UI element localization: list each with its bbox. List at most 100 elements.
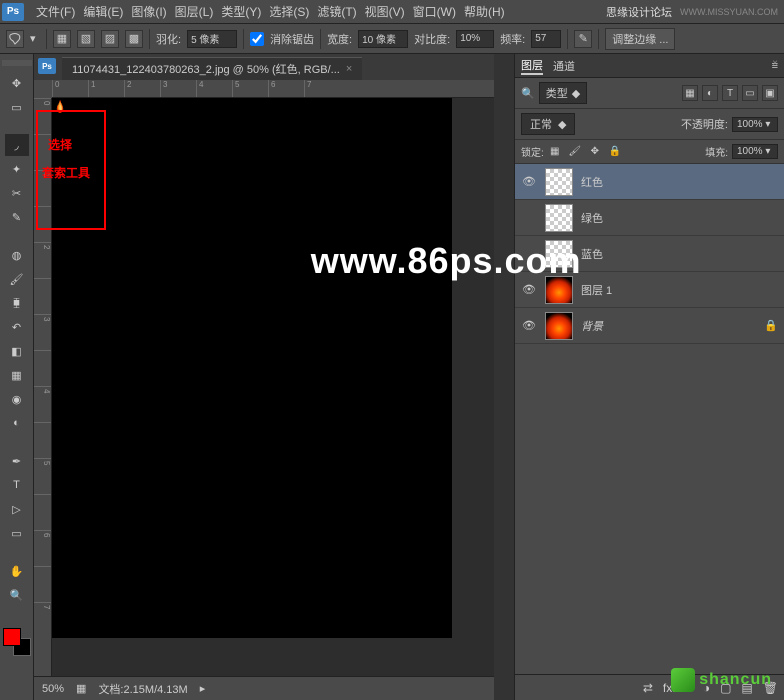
- visibility-icon[interactable]: 👁: [521, 174, 537, 190]
- menu-help[interactable]: 帮助(H): [460, 3, 509, 20]
- lock-move-icon[interactable]: ✥: [588, 145, 602, 159]
- layer-name[interactable]: 红色: [581, 174, 603, 190]
- eyedropper-tool[interactable]: ✎: [5, 206, 29, 228]
- filter-smart-icon[interactable]: ▣: [762, 85, 778, 101]
- toolbox: ✥ ▭ ◞ ✦ ✂ ✎ ◍ 🖌 ⧯ ↶ ◧ ▦ ◉ ◐ ✒ T ▷ ▭ ✋ 🔍: [0, 54, 34, 700]
- clone-stamp-tool[interactable]: ⧯: [5, 292, 29, 314]
- subtract-selection-icon[interactable]: ▨: [101, 30, 119, 48]
- frequency-label: 频率:: [500, 31, 525, 47]
- width-input[interactable]: [358, 30, 408, 48]
- opacity-label: 不透明度:: [681, 116, 728, 132]
- color-swatches[interactable]: [3, 628, 31, 656]
- layer-name[interactable]: 蓝色: [581, 246, 603, 262]
- dodge-tool[interactable]: ◐: [5, 412, 29, 434]
- filter-shape-icon[interactable]: ▭: [742, 85, 758, 101]
- lock-paint-icon[interactable]: 🖌: [568, 145, 582, 159]
- layer-row[interactable]: 绿色: [515, 200, 784, 236]
- gradient-tool[interactable]: ▦: [5, 364, 29, 386]
- zoom-tool[interactable]: 🔍: [5, 584, 29, 606]
- menu-view[interactable]: 视图(V): [361, 3, 409, 20]
- contrast-label: 对比度:: [414, 31, 450, 47]
- filter-pixel-icon[interactable]: ▦: [682, 85, 698, 101]
- layer-thumb[interactable]: [545, 204, 573, 232]
- fill-label: 填充:: [705, 144, 728, 159]
- layer-row[interactable]: 👁 红色: [515, 164, 784, 200]
- lock-all-icon[interactable]: 🔒: [608, 145, 622, 159]
- tab-channels[interactable]: 通道: [553, 58, 575, 74]
- feather-label: 羽化:: [156, 31, 181, 47]
- feather-input[interactable]: [187, 30, 237, 48]
- marquee-tool[interactable]: ▭: [5, 96, 29, 118]
- lasso-tool[interactable]: ◞: [5, 134, 29, 156]
- menu-select[interactable]: 选择(S): [265, 3, 313, 20]
- horizontal-ruler[interactable]: 01234567: [52, 80, 494, 98]
- filter-type-select[interactable]: 类型◆: [539, 82, 587, 104]
- fire-image: [52, 98, 68, 114]
- healing-brush-tool[interactable]: ◍: [5, 244, 29, 266]
- shape-tool[interactable]: ▭: [5, 522, 29, 544]
- type-tool[interactable]: T: [5, 474, 29, 496]
- eraser-tool[interactable]: ◧: [5, 340, 29, 362]
- search-icon: 🔍: [521, 87, 535, 100]
- document-tab[interactable]: 11074431_122403780263_2.jpg @ 50% (红色, R…: [62, 57, 362, 80]
- app-logo: Ps: [2, 3, 24, 21]
- filter-adjust-icon[interactable]: ◐: [702, 85, 718, 101]
- mini-logo: Ps: [38, 58, 56, 74]
- new-selection-icon[interactable]: ▦: [53, 30, 71, 48]
- filter-type-icon[interactable]: T: [722, 85, 738, 101]
- magic-wand-tool[interactable]: ✦: [5, 158, 29, 180]
- menu-edit[interactable]: 编辑(E): [79, 3, 127, 20]
- menu-filter[interactable]: 滤镜(T): [313, 3, 360, 20]
- link-layers-icon[interactable]: ⇄: [643, 681, 653, 695]
- foreground-color[interactable]: [3, 628, 21, 646]
- frequency-input[interactable]: [531, 30, 561, 48]
- intersect-selection-icon[interactable]: ▩: [125, 30, 143, 48]
- tool-preset-arrow[interactable]: ▾: [30, 32, 40, 45]
- layer-thumb[interactable]: [545, 312, 573, 340]
- canvas[interactable]: [52, 98, 452, 638]
- lasso-tool-icon[interactable]: [6, 30, 24, 48]
- visibility-icon[interactable]: 👁: [521, 318, 537, 334]
- layer-name[interactable]: 图层 1: [581, 282, 612, 298]
- add-selection-icon[interactable]: ▧: [77, 30, 95, 48]
- pen-tool[interactable]: ✒: [5, 450, 29, 472]
- menu-type[interactable]: 类型(Y): [217, 3, 265, 20]
- nav-icon[interactable]: ▦: [76, 682, 86, 695]
- layer-thumb[interactable]: [545, 168, 573, 196]
- path-select-tool[interactable]: ▷: [5, 498, 29, 520]
- tab-layers[interactable]: 图层: [521, 57, 543, 75]
- contrast-input[interactable]: [456, 30, 494, 48]
- forum-name: 思缘设计论坛: [606, 4, 672, 20]
- panel-close-icon[interactable]: ×: [768, 56, 782, 70]
- refine-edge-button[interactable]: 调整边缘 ...: [605, 28, 675, 50]
- blur-tool[interactable]: ◉: [5, 388, 29, 410]
- antialias-label: 消除锯齿: [270, 31, 314, 47]
- menu-file[interactable]: 文件(F): [32, 3, 79, 20]
- crop-tool[interactable]: ✂: [5, 182, 29, 204]
- opacity-input[interactable]: 100% ▾: [732, 117, 778, 132]
- layers-panel: × 图层 通道 ≡ 🔍 类型◆ ▦ ◐ T ▭ ▣ 正常◆ 不透明度:: [514, 54, 784, 700]
- menu-image[interactable]: 图像(I): [127, 3, 170, 20]
- blend-mode-select[interactable]: 正常◆: [521, 113, 575, 135]
- layer-name[interactable]: 绿色: [581, 210, 603, 226]
- hand-tool[interactable]: ✋: [5, 560, 29, 582]
- brush-tool[interactable]: 🖌: [5, 268, 29, 290]
- history-brush-tool[interactable]: ↶: [5, 316, 29, 338]
- vertical-ruler[interactable]: 01234567: [34, 98, 52, 676]
- menu-window[interactable]: 窗口(W): [409, 3, 460, 20]
- menu-layer[interactable]: 图层(L): [171, 3, 218, 20]
- antialias-checkbox[interactable]: [250, 32, 264, 46]
- move-tool[interactable]: ✥: [5, 72, 29, 94]
- fill-input[interactable]: 100% ▾: [732, 144, 778, 159]
- layer-name[interactable]: 背景: [581, 318, 603, 334]
- zoom-level[interactable]: 50%: [42, 683, 64, 695]
- document-title: 11074431_122403780263_2.jpg @ 50% (红色, R…: [72, 61, 340, 77]
- lock-trans-icon[interactable]: ▦: [548, 145, 562, 159]
- visibility-icon[interactable]: 👁: [521, 282, 537, 298]
- pen-pressure-icon[interactable]: ✎: [574, 30, 592, 48]
- close-tab-icon[interactable]: ×: [346, 63, 352, 75]
- visibility-icon[interactable]: [521, 210, 537, 226]
- layer-row[interactable]: 👁 背景 🔒: [515, 308, 784, 344]
- status-arrow-icon[interactable]: ▸: [200, 682, 206, 695]
- toolbox-handle[interactable]: [2, 60, 32, 66]
